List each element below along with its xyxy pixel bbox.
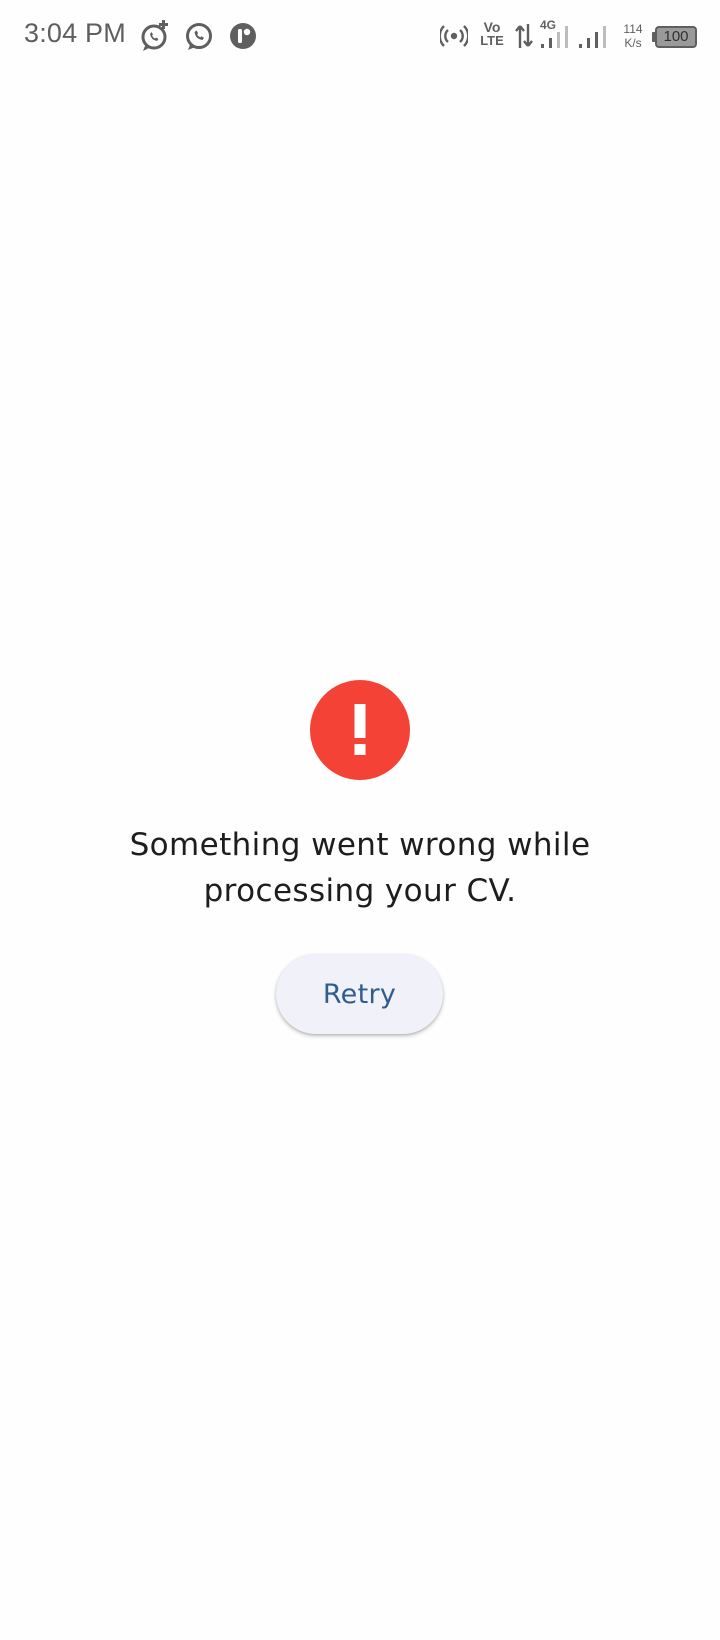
battery-icon: 100 xyxy=(652,26,697,48)
error-message: Something went wrong while processing yo… xyxy=(129,827,591,909)
signal-4g-icon xyxy=(541,26,568,48)
whatsapp-business-icon xyxy=(141,20,168,51)
signal-icon xyxy=(579,26,606,48)
status-time: 3:04 PM xyxy=(24,18,126,48)
error-exclamation-icon xyxy=(310,680,410,780)
error-icon-dot xyxy=(354,744,366,755)
volte-top-label: Vo xyxy=(483,19,501,35)
truecaller-icon xyxy=(230,23,256,49)
network-speed: 114 K/s xyxy=(618,22,648,50)
battery-level: 100 xyxy=(663,28,689,45)
volte-icon: Vo LTE xyxy=(478,20,506,48)
volte-bottom-label: LTE xyxy=(480,33,504,48)
retry-button[interactable]: Retry xyxy=(276,954,443,1034)
network-speed-unit: K/s xyxy=(624,36,642,50)
status-bar: 3:04 PM Vo LTE 4G 114 K/s 100 xyxy=(0,0,720,74)
network-speed-value: 114 xyxy=(623,22,643,36)
whatsapp-icon xyxy=(186,23,212,50)
data-arrows-icon xyxy=(515,24,533,48)
hotspot-icon xyxy=(440,25,468,47)
error-icon-bar xyxy=(354,704,366,738)
